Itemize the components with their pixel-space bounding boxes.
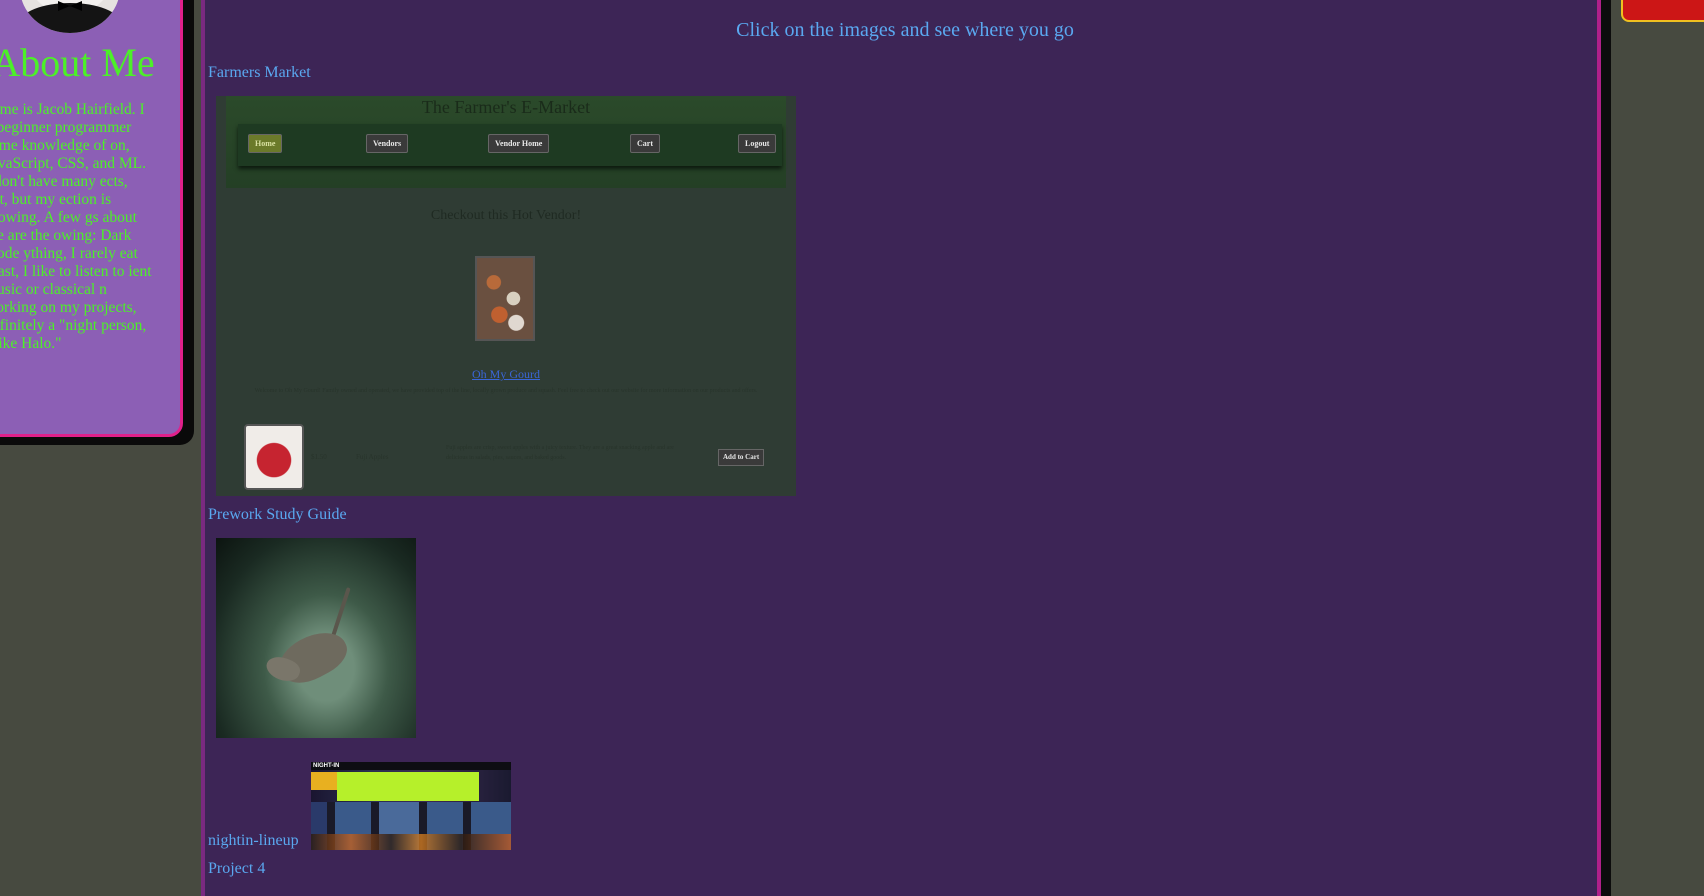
- fm-nav-cart: Cart: [630, 134, 660, 153]
- avatar-suit: [20, 3, 120, 33]
- prework-study-guide-image[interactable]: [216, 538, 416, 738]
- fm-nav-vendor-home: Vendor Home: [488, 134, 550, 153]
- fm-nav-home: Home: [248, 134, 283, 153]
- avatar: [20, 0, 120, 33]
- fm-item-price: $1.50: [311, 453, 327, 461]
- fm-title: The Farmer's E-Market: [421, 97, 591, 117]
- nightin-lime-card: [337, 772, 479, 801]
- fm-nav-vendors: Vendors: [366, 134, 409, 153]
- fm-nav-logout: Logout: [738, 134, 777, 153]
- fm-hot-vendor-heading: Checkout this Hot Vendor!: [430, 208, 582, 223]
- farmers-market-screenshot[interactable]: The Farmer's E-Market Home Vendors Vendo…: [216, 96, 796, 496]
- nightin-brand-bar: NIGHT-IN: [311, 762, 511, 770]
- project-link-nightin-lineup[interactable]: nightin-lineup: [208, 832, 299, 850]
- right-panel-shadow: [1601, 0, 1611, 896]
- nightin-side-card: [311, 772, 337, 790]
- nightin-street-lights: [311, 834, 511, 850]
- fm-vendor-name: Oh My Gourd: [472, 367, 540, 381]
- projects-panel: Click on the images and see where you go…: [201, 0, 1601, 896]
- project-link-prework-study-guide[interactable]: Prework Study Guide: [208, 506, 347, 524]
- red-button[interactable]: [1621, 0, 1704, 22]
- fm-header: The Farmer's E-Market Home Vendors Vendo…: [226, 96, 786, 188]
- about-title: About Me: [0, 40, 155, 85]
- project-link-project-4[interactable]: Project 4: [208, 860, 265, 878]
- nightin-lineup-screenshot[interactable]: NIGHT-IN: [311, 762, 511, 850]
- fm-navbar: Home Vendors Vendor Home Cart Logout: [238, 124, 782, 166]
- about-text: name is Jacob Hairfield. I n beginner pr…: [0, 101, 152, 352]
- fm-item-name: Fuji Apples: [356, 453, 389, 461]
- fm-vendor-description: Welcome to Oh My Gourd! Family owned and…: [254, 388, 758, 394]
- fm-add-to-cart-button: Add to Cart: [718, 449, 765, 466]
- fm-apple-image: [244, 424, 304, 490]
- about-card: About Me name is Jacob Hairfield. I n be…: [0, 0, 183, 437]
- project-link-farmers-market[interactable]: Farmers Market: [208, 64, 311, 82]
- projects-heading: Click on the images and see where you go: [736, 19, 1074, 41]
- fm-item-description: Fuji apples are crisp, sweet apples with…: [446, 445, 674, 461]
- fm-vendor-thumbnail: [475, 256, 535, 341]
